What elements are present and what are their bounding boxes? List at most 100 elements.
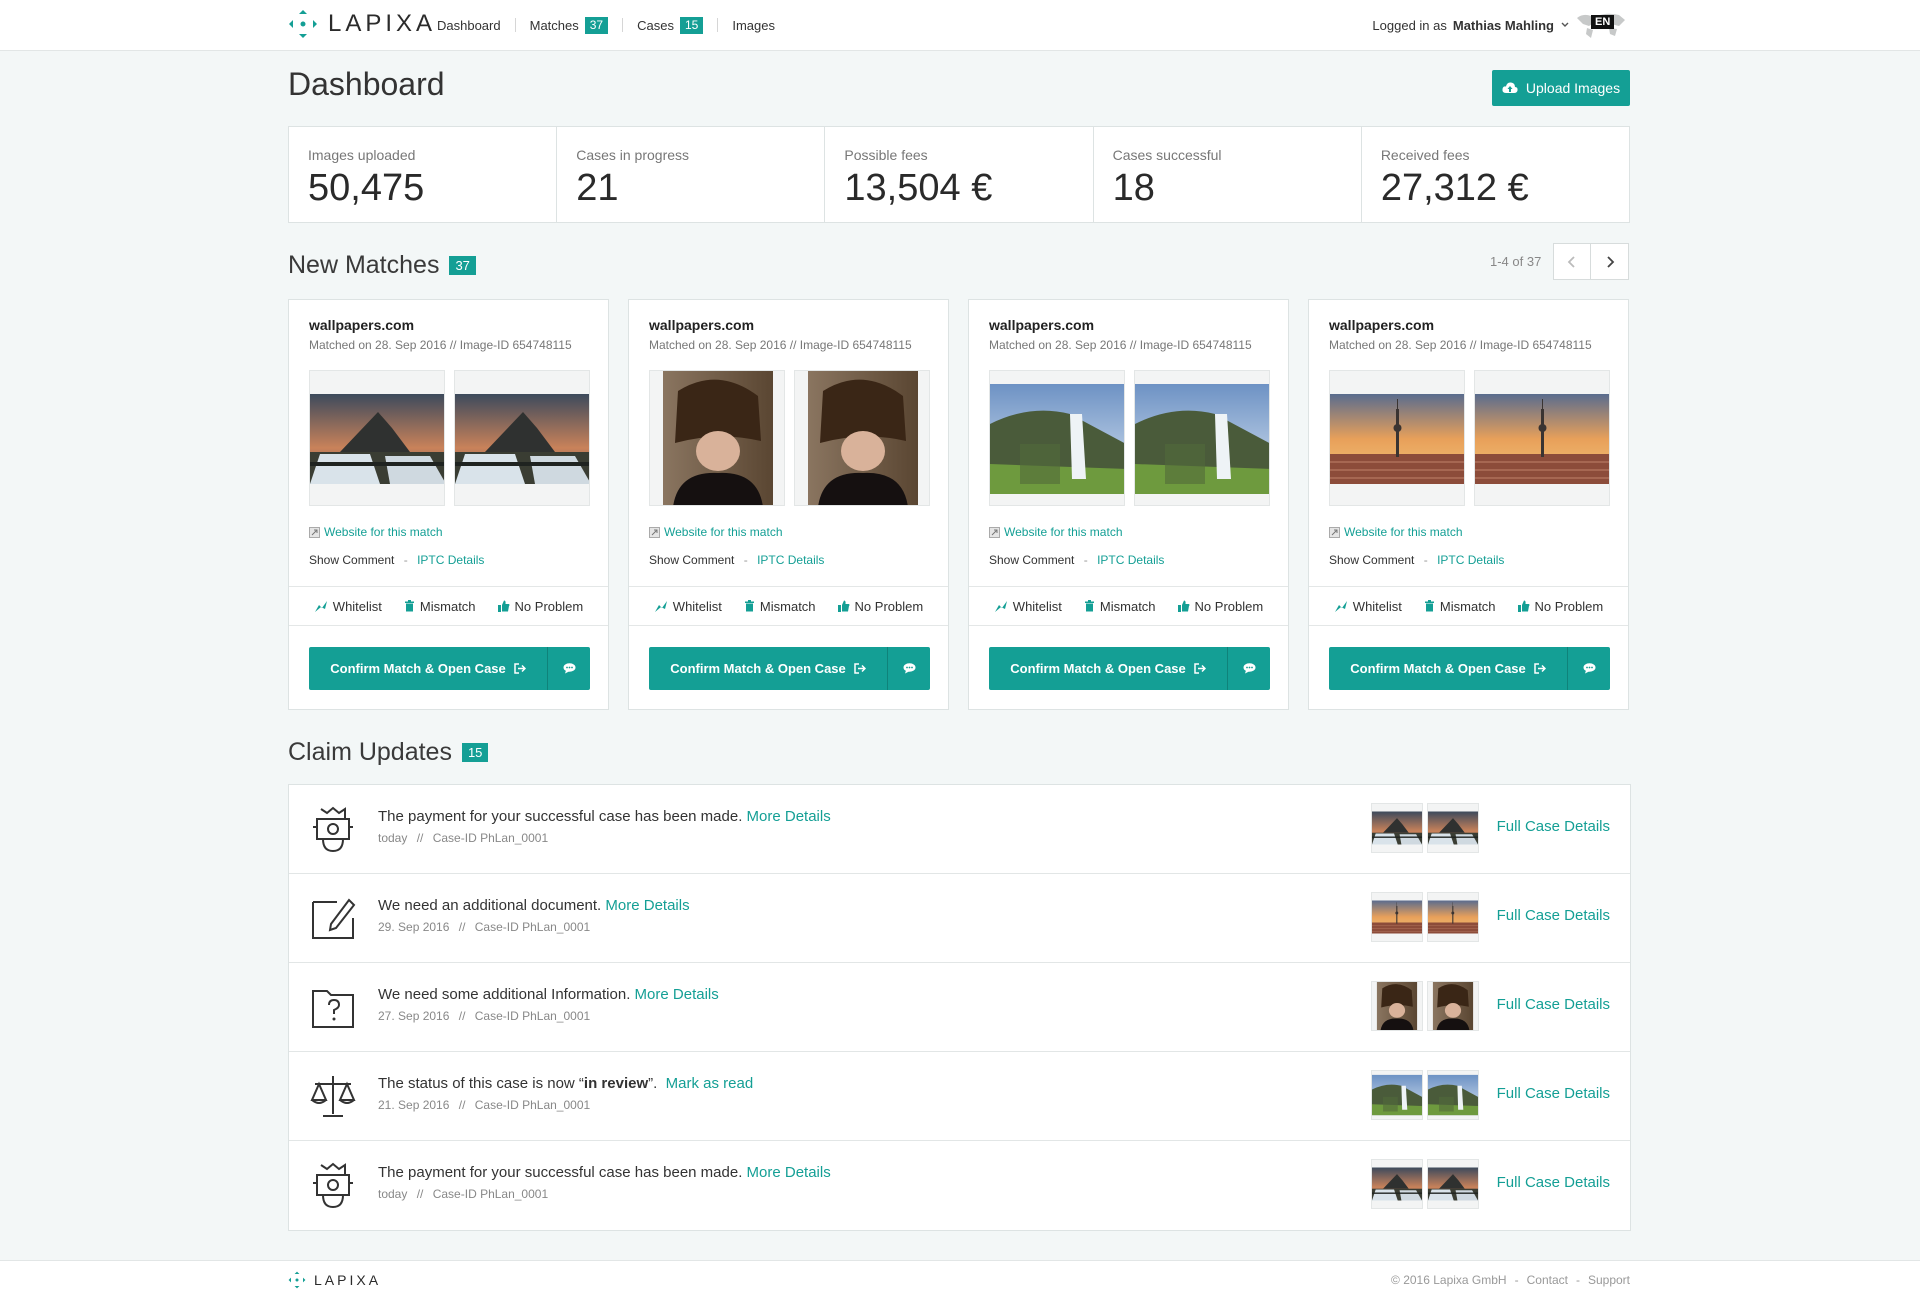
- nav-images[interactable]: Images: [732, 18, 775, 33]
- no-problem-action[interactable]: No Problem: [1177, 598, 1264, 614]
- full-case-details-link[interactable]: Full Case Details: [1497, 907, 1610, 924]
- iptc-details-link[interactable]: IPTC Details: [417, 553, 484, 567]
- matched-image[interactable]: [454, 370, 590, 506]
- iptc-details-link[interactable]: IPTC Details: [757, 553, 824, 567]
- confirm-match-main[interactable]: Confirm Match & Open Case: [1329, 647, 1568, 690]
- no-problem-label: No Problem: [514, 598, 584, 614]
- website-link[interactable]: Website for this match: [1329, 525, 1463, 539]
- claim-match-thumb[interactable]: [1427, 1159, 1479, 1209]
- original-image[interactable]: [989, 370, 1125, 506]
- confirm-match-main[interactable]: Confirm Match & Open Case: [649, 647, 888, 690]
- no-problem-action[interactable]: No Problem: [1517, 599, 1603, 614]
- claim-action-link[interactable]: Mark as read: [666, 1075, 754, 1092]
- claim-status: in review: [583, 1075, 649, 1092]
- claim-action-link[interactable]: More Details: [635, 986, 719, 1003]
- nav-dashboard[interactable]: Dashboard: [437, 18, 501, 33]
- show-comment-link[interactable]: Show Comment: [309, 553, 394, 567]
- upload-images-button[interactable]: Upload Images: [1492, 70, 1630, 106]
- brand-name: LAPIXA: [328, 10, 437, 37]
- pager-next-button[interactable]: [1591, 244, 1628, 279]
- claim-match-thumb[interactable]: [1427, 803, 1479, 853]
- claim-match-thumb[interactable]: [1427, 981, 1479, 1031]
- comment-button[interactable]: [548, 647, 590, 690]
- whitelist-action[interactable]: Whitelist: [994, 599, 1062, 614]
- claim-text: The payment for your successful case has…: [378, 808, 743, 825]
- show-comment-link[interactable]: Show Comment: [1329, 553, 1414, 567]
- claim-action-link[interactable]: More Details: [605, 897, 689, 914]
- no-problem-action[interactable]: No Problem: [837, 599, 923, 614]
- full-case-details-link[interactable]: Full Case Details: [1497, 996, 1610, 1013]
- mismatch-action[interactable]: Mismatch: [1084, 599, 1156, 614]
- whitelist-icon: [314, 600, 327, 612]
- claim-original-thumb[interactable]: [1371, 1070, 1423, 1120]
- show-comment-link[interactable]: Show Comment: [989, 553, 1074, 567]
- claim-original-thumb[interactable]: [1371, 892, 1423, 942]
- claim-original-thumb[interactable]: [1371, 1159, 1423, 1209]
- no-problem-label: No Problem: [1194, 598, 1264, 614]
- card-links: Show Comment - IPTC Details: [1329, 553, 1504, 567]
- user-menu[interactable]: Logged in as Mathias Mahling: [1372, 0, 1570, 50]
- match-meta: Matched on 28. Sep 2016 // Image-ID 6547…: [309, 338, 572, 352]
- footer-contact-link[interactable]: Contact: [1527, 1273, 1568, 1287]
- comment-button[interactable]: [1568, 647, 1610, 690]
- whitelist-action[interactable]: Whitelist: [1334, 599, 1402, 614]
- pager-prev-button[interactable]: [1554, 244, 1592, 279]
- matched-image[interactable]: [794, 370, 930, 506]
- website-link[interactable]: Website for this match: [649, 525, 783, 539]
- claim-action-link[interactable]: More Details: [747, 1164, 831, 1181]
- brand-logo[interactable]: LAPIXA: [288, 9, 436, 39]
- trash-icon: [1424, 600, 1434, 612]
- city-tower-sunset-image: [1428, 892, 1478, 942]
- claim-text: The payment for your successful case has…: [378, 1164, 743, 1181]
- nav-matches[interactable]: Matches 37: [530, 16, 609, 34]
- comment-icon: [903, 663, 915, 674]
- claim-date: today: [378, 1187, 408, 1201]
- comment-button[interactable]: [1228, 647, 1270, 690]
- comment-button[interactable]: [888, 647, 930, 690]
- full-case-details-link[interactable]: Full Case Details: [1497, 1174, 1610, 1191]
- confirm-match-button[interactable]: Confirm Match & Open Case: [649, 647, 930, 690]
- confirm-match-main[interactable]: Confirm Match & Open Case: [989, 647, 1228, 690]
- confirm-match-button[interactable]: Confirm Match & Open Case: [309, 647, 590, 690]
- footer-logo[interactable]: LAPIXA: [288, 1271, 381, 1289]
- original-image[interactable]: [649, 370, 785, 506]
- mismatch-action[interactable]: Mismatch: [404, 599, 476, 614]
- language-switcher[interactable]: EN: [1573, 10, 1629, 40]
- whitelist-icon: [654, 600, 667, 612]
- confirm-match-main[interactable]: Confirm Match & Open Case: [309, 647, 548, 690]
- full-case-details-link[interactable]: Full Case Details: [1497, 1085, 1610, 1102]
- footer-sep: -: [1575, 1273, 1580, 1287]
- claim-match-thumb[interactable]: [1427, 892, 1479, 942]
- full-case-details-link[interactable]: Full Case Details: [1497, 818, 1610, 835]
- mismatch-action[interactable]: Mismatch: [1424, 599, 1496, 614]
- whitelist-action[interactable]: Whitelist: [654, 599, 722, 614]
- original-image[interactable]: [1329, 370, 1465, 506]
- website-link[interactable]: Website for this match: [989, 525, 1123, 539]
- website-link[interactable]: Website for this match: [309, 525, 443, 539]
- matched-image[interactable]: [1474, 370, 1610, 506]
- claim-original-thumb[interactable]: [1371, 803, 1423, 853]
- mismatch-action[interactable]: Mismatch: [744, 599, 816, 614]
- confirm-match-button[interactable]: Confirm Match & Open Case: [1329, 647, 1610, 690]
- thumbs-up-icon: [1517, 600, 1530, 612]
- iptc-details-link[interactable]: IPTC Details: [1097, 553, 1164, 567]
- website-link-label: Website for this match: [1344, 525, 1463, 539]
- mountain-waterfall-image: [310, 371, 445, 506]
- mismatch-label: Mismatch: [419, 598, 476, 614]
- website-link-label: Website for this match: [324, 525, 443, 539]
- claim-message: The status of this case is now “in revie…: [378, 1075, 753, 1092]
- claim-match-thumb[interactable]: [1427, 1070, 1479, 1120]
- claim-action-link[interactable]: More Details: [747, 808, 831, 825]
- match-card: wallpapers.com Matched on 28. Sep 2016 /…: [628, 299, 949, 710]
- footer-support-link[interactable]: Support: [1588, 1273, 1630, 1287]
- nav-cases[interactable]: Cases 15: [637, 16, 704, 34]
- no-problem-action[interactable]: No Problem: [497, 598, 584, 614]
- show-comment-link[interactable]: Show Comment: [649, 553, 734, 567]
- original-image[interactable]: [309, 370, 445, 506]
- claim-original-thumb[interactable]: [1371, 981, 1423, 1031]
- iptc-details-link[interactable]: IPTC Details: [1437, 553, 1504, 567]
- whitelist-action[interactable]: Whitelist: [314, 599, 382, 614]
- matched-image[interactable]: [1134, 370, 1270, 506]
- confirm-match-button[interactable]: Confirm Match & Open Case: [989, 647, 1270, 690]
- claim-meta: today // Case-ID PhLan_0001: [378, 831, 548, 845]
